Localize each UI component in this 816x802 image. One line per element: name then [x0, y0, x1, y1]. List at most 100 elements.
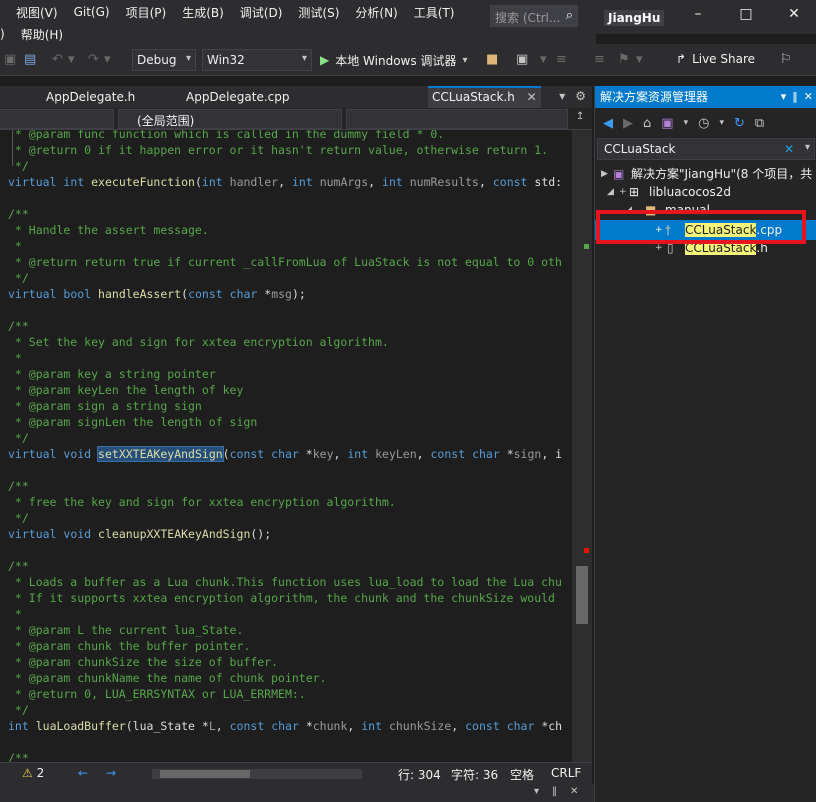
code-line[interactable]: * @param L the current lua_State. — [8, 622, 243, 638]
split-icon[interactable]: ↥ — [576, 111, 584, 122]
tree-item-solution[interactable]: ▶ ▣ 解决方案"JiangHu"(8 个项目，共 — [595, 164, 816, 184]
tree-item-project[interactable]: ◢ + ⊞ libluacocos2d — [595, 182, 816, 202]
horizontal-scrollbar[interactable] — [152, 769, 362, 779]
close-icon[interactable]: ✕ — [570, 786, 578, 797]
code-editor[interactable]: * @param func function which is called i… — [0, 130, 572, 762]
folder-icon[interactable]: ■ — [486, 52, 498, 67]
search-options-icon[interactable]: ▾ — [805, 142, 810, 153]
collapse-all-icon[interactable]: ⧉ — [755, 116, 764, 131]
code-line[interactable]: virtual int executeFunction(int handler,… — [8, 174, 562, 190]
code-line[interactable]: */ — [8, 702, 29, 718]
undo-dropdown-icon[interactable]: ▾ — [68, 52, 75, 67]
redo-icon[interactable]: ↷ — [88, 52, 99, 67]
code-line[interactable]: * @param keyLen the length of key — [8, 382, 243, 398]
save-icon[interactable]: ▣ — [4, 52, 16, 67]
code-line[interactable]: * Loads a buffer as a Lua chunk.This fun… — [8, 574, 562, 590]
tab-ccluastack-h[interactable]: CCLuaStack.h ✕ — [428, 86, 541, 108]
redo-dropdown-icon[interactable]: ▾ — [104, 52, 111, 67]
code-line[interactable]: /** — [8, 478, 29, 494]
live-share-button[interactable]: ↱ Live Share — [676, 52, 755, 66]
collapse-icon[interactable]: ◢ — [607, 182, 614, 202]
menu-item[interactable]: 测试(S) — [290, 4, 347, 21]
save-all-icon[interactable]: ▤ — [24, 52, 36, 67]
code-line[interactable]: * Handle the assert message. — [8, 222, 209, 238]
code-line[interactable]: * @return 0 if it happen error or it has… — [8, 142, 548, 158]
switch-views-icon[interactable]: ▣ — [661, 116, 673, 131]
uncomment-icon[interactable]: ≡ — [594, 52, 605, 67]
code-line[interactable]: * @param chunkSize the size of buffer. — [8, 654, 278, 670]
dropdown-icon[interactable]: ▾ — [719, 118, 724, 128]
toolbar-overflow-icon[interactable]: ▾ — [636, 52, 643, 67]
scrollbar-thumb[interactable] — [576, 566, 588, 624]
search-input[interactable]: 搜索 (Ctrl... ⌕ — [490, 5, 578, 27]
platform-select[interactable]: Win32 ▾ — [202, 49, 312, 71]
code-line[interactable]: */ — [8, 510, 29, 526]
code-line[interactable]: virtual void cleanupXXTEAKeyAndSign(); — [8, 526, 271, 542]
back-icon[interactable]: ◀ — [603, 116, 613, 131]
code-line[interactable]: */ — [8, 430, 29, 446]
project-nav-select[interactable] — [0, 109, 114, 129]
bookmark-icon[interactable]: ⚑ — [618, 52, 630, 67]
code-line[interactable]: */ — [8, 270, 29, 286]
code-line[interactable]: * @param key a string pointer — [8, 366, 216, 382]
code-line[interactable]: /** — [8, 558, 29, 574]
start-debugging-button[interactable]: ▶ 本地 Windows 调试器 ▾ — [320, 50, 467, 70]
dropdown-icon[interactable]: ▾ — [684, 118, 689, 128]
expand-icon[interactable]: ▶ — [601, 164, 608, 184]
maximize-button[interactable]: □ — [734, 6, 758, 28]
tab-list-dropdown-icon[interactable]: ▾ — [559, 89, 565, 103]
pin-icon[interactable]: ‖ — [552, 786, 557, 797]
code-line[interactable]: int luaLoadBuffer(lua_State *L, const ch… — [8, 718, 562, 734]
menu-item[interactable]: 分析(N) — [347, 4, 405, 21]
toolbar-dropdown-icon[interactable]: ▾ — [540, 52, 547, 67]
line-ending-indicator[interactable]: CRLF — [551, 766, 581, 780]
pin-icon[interactable]: ‖ — [792, 86, 798, 108]
menu-item[interactable]: 项目(P) — [118, 4, 175, 21]
chevron-down-icon[interactable]: ▾ — [781, 86, 787, 108]
code-line[interactable]: * — [8, 238, 22, 254]
close-button[interactable]: ✕ — [782, 6, 806, 28]
char-indicator[interactable]: 字符: 36 — [451, 766, 498, 783]
code-line[interactable]: * free the key and sign for xxtea encryp… — [8, 494, 396, 510]
code-line[interactable]: * Set the key and sign for xxtea encrypt… — [8, 334, 389, 350]
member-select[interactable] — [346, 109, 568, 129]
vertical-scrollbar[interactable] — [572, 130, 592, 762]
menu-item[interactable]: 工具(T) — [406, 4, 463, 21]
comment-icon[interactable]: ≡ — [556, 52, 567, 67]
forward-icon[interactable]: ▶ — [623, 116, 633, 131]
menu-item[interactable]: 生成(B) — [174, 4, 232, 21]
code-line[interactable]: * — [8, 606, 22, 622]
warnings-indicator[interactable]: ⚠ 2 — [22, 766, 44, 780]
forward-arrow-icon[interactable]: → — [106, 766, 116, 780]
minimize-button[interactable]: – — [686, 6, 710, 28]
window-icon[interactable]: ▣ — [516, 52, 528, 67]
configuration-select[interactable]: Debug ▾ — [132, 49, 196, 71]
tab-appdelegate-cpp[interactable]: AppDelegate.cpp — [186, 86, 290, 108]
code-line[interactable]: * @param sign a string sign — [8, 398, 202, 414]
code-line[interactable]: * @param chunk the buffer pointer. — [8, 638, 250, 654]
code-line[interactable]: /** — [8, 750, 29, 762]
code-line[interactable]: virtual bool handleAssert(const char *ms… — [8, 286, 306, 302]
line-indicator[interactable]: 行: 304 — [398, 766, 441, 783]
scope-select[interactable]: (全局范围) — [118, 109, 342, 129]
gear-icon[interactable]: ⚙ — [575, 89, 586, 103]
code-line[interactable]: */ — [8, 158, 29, 174]
history-icon[interactable]: ◷ — [698, 116, 709, 131]
code-line[interactable]: * @param func function which is called i… — [8, 130, 444, 142]
code-line[interactable]: * @param signLen the length of sign — [8, 414, 257, 430]
menu-item[interactable]: 视图(V) — [0, 4, 66, 21]
close-icon[interactable]: ✕ — [804, 86, 813, 108]
menu-item[interactable]: Git(G) — [66, 5, 118, 19]
close-icon[interactable]: ✕ — [527, 90, 537, 104]
undo-icon[interactable]: ↶ — [52, 52, 63, 67]
code-line[interactable]: /** — [8, 206, 29, 222]
code-line[interactable]: * If it supports xxtea encryption algori… — [8, 590, 555, 606]
dropdown-icon[interactable]: ▾ — [534, 786, 539, 797]
code-line[interactable]: virtual void setXXTEAKeyAndSign(const ch… — [8, 446, 562, 462]
tab-appdelegate-h[interactable]: AppDelegate.h — [46, 86, 135, 108]
code-line[interactable]: * @return 0, LUA_ERRSYNTAX or LUA_ERRMEM… — [8, 686, 306, 702]
horizontal-scrollbar-thumb[interactable] — [160, 770, 250, 778]
code-line[interactable]: * — [8, 350, 22, 366]
home-icon[interactable]: ⌂ — [643, 116, 651, 131]
refresh-icon[interactable]: ↻ — [734, 116, 745, 131]
